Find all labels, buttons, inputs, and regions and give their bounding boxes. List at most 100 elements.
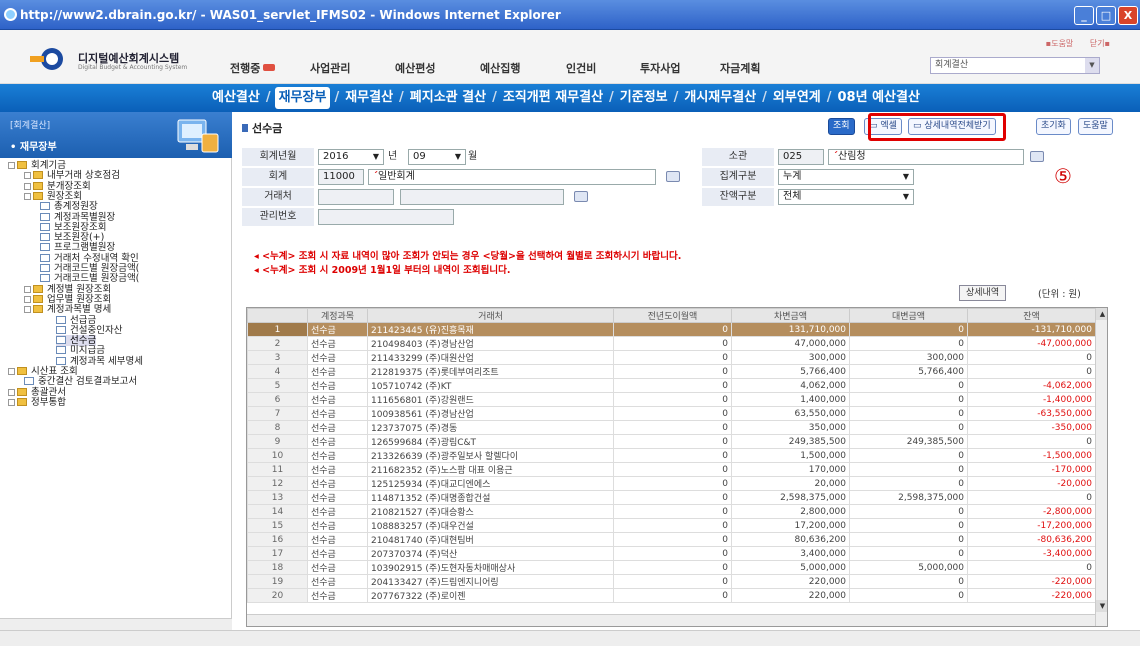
table-cell: 5,000,000 xyxy=(731,560,850,575)
table-cell: 220,000 xyxy=(731,574,850,589)
table-cell: 선수금 xyxy=(307,406,368,421)
table-row[interactable]: 4 선수금 212819375 (주)롯데부여리조트 0 5,766,400 5,766,… xyxy=(247,364,1096,379)
table-row[interactable]: 1 선수금 211423445 (유)진흥목재 0 131,710,000 0 -131,7… xyxy=(247,322,1096,337)
expand-icon[interactable] xyxy=(8,368,15,375)
table-row[interactable]: 16 선수금 210481740 (주)대현팀버 0 80,636,200 0 -80,63… xyxy=(247,532,1096,547)
column-header[interactable]: 차변금액 xyxy=(731,308,850,323)
tab-item[interactable]: 조직개편 재무결산 xyxy=(501,84,605,112)
table-row[interactable]: 18 선수금 103902915 (주)도현자동차매매상사 0 5,000,000 5,0… xyxy=(247,560,1096,575)
table-cell: -350,000 xyxy=(967,420,1096,435)
help-link[interactable]: ▪도움말 xyxy=(1046,39,1074,48)
balance-select[interactable]: 전체 ▼ xyxy=(778,189,914,205)
top-nav-item[interactable]: 예산편성 xyxy=(395,60,435,76)
reset-button[interactable]: 초기화 xyxy=(1036,118,1071,135)
top-nav-item[interactable]: 자금계획 xyxy=(720,60,760,76)
table-cell: -47,000,000 xyxy=(967,336,1096,351)
column-header[interactable]: 계정과목 xyxy=(307,308,368,323)
expand-icon[interactable] xyxy=(24,192,31,200)
table-row[interactable]: 6 선수금 111656801 (주)강원랜드 0 1,400,000 0 -1,400,0… xyxy=(247,392,1096,407)
column-header[interactable]: 거래처 xyxy=(367,308,614,323)
tree-item[interactable]: 정부통합 xyxy=(8,397,66,408)
tab-item[interactable]: 폐지소관 결산 xyxy=(408,84,488,112)
table-row[interactable]: 14 선수금 210821527 (주)대승황스 0 2,800,000 0 -2,800,… xyxy=(247,504,1096,519)
table-row[interactable]: 20 선수금 207767322 (주)로이젠 0 220,000 0 -220,000 xyxy=(247,588,1096,603)
expand-icon[interactable] xyxy=(24,182,31,190)
table-row[interactable]: 15 선수금 108883257 (주)대우건설 0 17,200,000 0 -17,20… xyxy=(247,518,1096,533)
table-cell: 20 xyxy=(247,588,308,603)
table-cell: 선수금 xyxy=(307,336,368,351)
detail-button[interactable]: 상세내역 xyxy=(959,285,1007,301)
close-button[interactable]: X xyxy=(1118,6,1138,25)
month-select[interactable]: 09 ▼ xyxy=(408,149,466,165)
agg-label: 집계구분 xyxy=(702,168,774,186)
close-link[interactable]: 닫기▪ xyxy=(1090,39,1110,48)
top-nav-item[interactable]: 예산집행 xyxy=(480,60,520,76)
tab-item[interactable]: 예산결산 xyxy=(210,84,262,112)
column-header[interactable]: 전년도이월액 xyxy=(613,308,732,323)
expand-icon[interactable] xyxy=(8,388,15,396)
expand-icon[interactable] xyxy=(8,398,15,406)
top-nav-item[interactable]: 전행중 xyxy=(230,60,276,76)
scroll-up-icon[interactable]: ▲ xyxy=(1096,308,1107,320)
search-icon[interactable] xyxy=(666,171,680,182)
account-name-field[interactable]: ˊ일반회계 xyxy=(368,169,656,185)
sidebar-scrollbar[interactable] xyxy=(0,618,232,630)
mgmt-number-field[interactable] xyxy=(318,209,454,225)
table-row[interactable]: 19 선수금 204133427 (주)드림엔지니어링 0 220,000 0 -220,0… xyxy=(247,574,1096,589)
table-cell: 0 xyxy=(613,574,732,589)
table-row[interactable]: 17 선수금 207370374 (주)덕산 0 3,400,000 0 -3,400,00… xyxy=(247,546,1096,561)
client-label: 거래처 xyxy=(242,188,314,206)
doc-icon xyxy=(40,253,50,262)
expand-icon[interactable] xyxy=(24,295,31,303)
table-row[interactable]: 5 선수금 105710742 (주)KT 0 4,062,000 0 -4,062,000 xyxy=(247,378,1096,393)
column-header[interactable]: 잔액 xyxy=(967,308,1096,323)
top-nav-item[interactable]: 인건비 xyxy=(566,60,596,76)
vertical-scrollbar[interactable]: ▲ ▼ xyxy=(1095,308,1107,626)
table-row[interactable]: 3 선수금 211433299 (주)대원산업 0 300,000 300,000 0 xyxy=(247,350,1096,365)
table-row[interactable]: 12 선수금 125125934 (주)대교디엔에스 0 20,000 0 -20,000 xyxy=(247,476,1096,491)
table-row[interactable]: 2 선수금 210498403 (주)경남산업 0 47,000,000 0 -47,000… xyxy=(247,336,1096,351)
table-row[interactable]: 9 선수금 126599684 (주)광림C&T 0 249,385,500 249,38… xyxy=(247,434,1096,449)
table-row[interactable]: 7 선수금 100938561 (주)경남산업 0 63,550,000 0 -63,550… xyxy=(247,406,1096,421)
table-cell: 1,400,000 xyxy=(731,392,850,407)
search-button[interactable]: 조회 xyxy=(828,118,855,135)
agg-select[interactable]: 누계 ▼ xyxy=(778,169,914,185)
account-code-field[interactable]: 11000 xyxy=(318,169,364,185)
help-button[interactable]: 도움말 xyxy=(1078,118,1113,135)
column-header[interactable] xyxy=(247,308,308,323)
maximize-button[interactable]: □ xyxy=(1096,6,1116,25)
scroll-down-icon[interactable]: ▼ xyxy=(1096,600,1107,612)
tab-item[interactable]: 08년 예산결산 xyxy=(836,84,922,112)
module-select[interactable]: 회계결산 ▼ xyxy=(930,57,1100,74)
top-nav-item[interactable]: 사업관리 xyxy=(310,60,350,76)
table-cell: 11 xyxy=(247,462,308,477)
tab-item[interactable]: 재무결산 xyxy=(343,84,395,112)
table-row[interactable]: 11 선수금 211682352 (주)노스팜 대표 이용근 0 170,000 0 -17… xyxy=(247,462,1096,477)
expand-icon[interactable] xyxy=(24,172,31,180)
table-row[interactable]: 10 선수금 213326639 (주)광주일보사 할렐다이 0 1,500,000 0-… xyxy=(247,448,1096,463)
table-cell: 0 xyxy=(967,350,1096,365)
table-cell: 0 xyxy=(613,420,732,435)
expand-icon[interactable] xyxy=(24,285,31,293)
search-icon[interactable] xyxy=(574,191,588,202)
search-icon[interactable] xyxy=(1030,151,1044,162)
folder-icon xyxy=(33,305,43,314)
client-code-field[interactable] xyxy=(318,189,394,205)
horizontal-scrollbar[interactable] xyxy=(247,614,1095,626)
dept-name-field[interactable]: ˊ산림청 xyxy=(828,149,1024,165)
dept-code-field[interactable]: 025 xyxy=(778,149,824,165)
tab-item[interactable]: 재무장부 xyxy=(274,87,331,109)
top-nav-item[interactable]: 투자사업 xyxy=(640,60,680,76)
client-name-field[interactable] xyxy=(400,189,564,205)
table-row[interactable]: 8 선수금 123737075 (주)경동 0 350,000 0 -350,000 xyxy=(247,420,1096,435)
tab-item[interactable]: 기준정보 xyxy=(618,84,670,112)
expand-icon[interactable] xyxy=(24,306,31,314)
column-header[interactable]: 대변금액 xyxy=(849,308,968,323)
minimize-button[interactable]: _ xyxy=(1074,6,1094,25)
year-select[interactable]: 2016 ▼ xyxy=(318,149,384,165)
table-row[interactable]: 13 선수금 114871352 (주)대명종합건설 0 2,598,375,000 2,… xyxy=(247,490,1096,505)
tab-item[interactable]: 개시재무결산 xyxy=(682,84,758,112)
tab-item[interactable]: 외부연계 xyxy=(771,84,823,112)
table-cell: 4 xyxy=(247,364,308,379)
expand-icon[interactable] xyxy=(8,162,15,169)
